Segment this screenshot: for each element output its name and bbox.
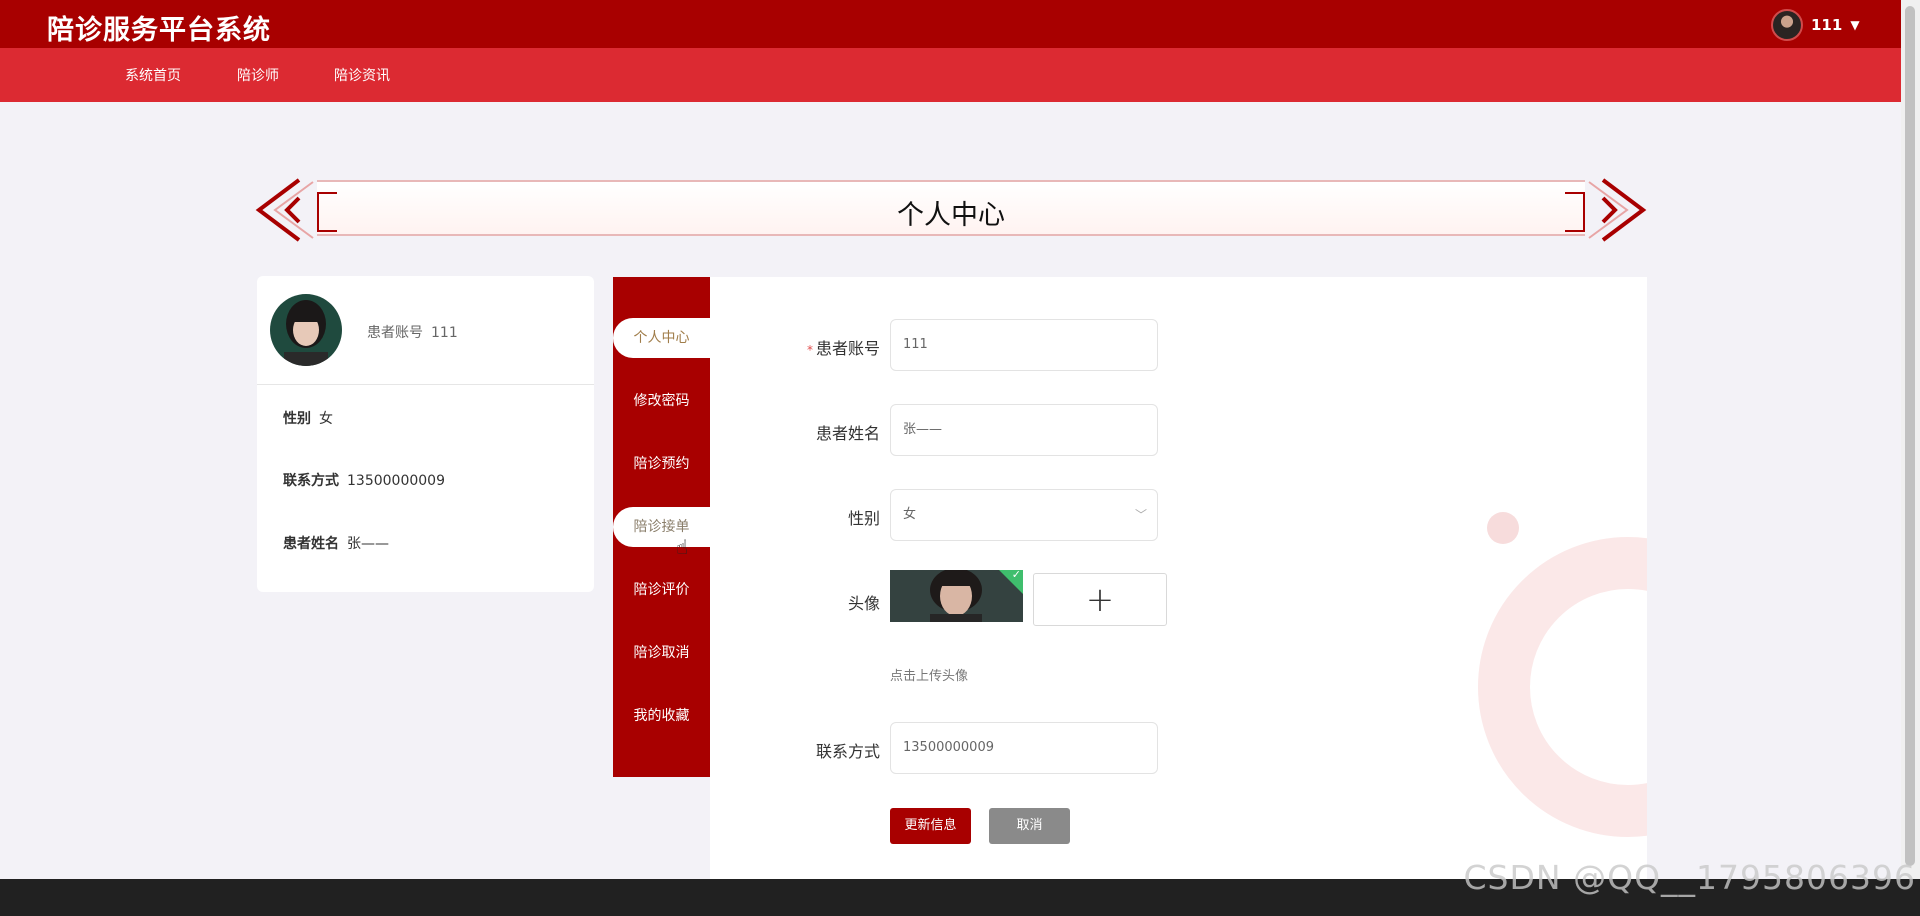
- row-label: 联系方式: [283, 473, 339, 489]
- nav-item-escorts[interactable]: 陪诊师: [237, 65, 279, 85]
- name-input[interactable]: 张——: [890, 404, 1158, 456]
- menu-item-change-password[interactable]: 修改密码: [613, 381, 710, 421]
- main-nav: 系统首页 陪诊师 陪诊资讯: [0, 48, 1901, 102]
- banner-frame: 个人中心: [317, 180, 1585, 236]
- checkmark-icon: ✓: [1011, 570, 1021, 581]
- chevron-left-ornament-icon: [255, 178, 314, 242]
- name-field-label: 患者姓名: [815, 424, 880, 443]
- top-header: 陪诊服务平台系统 111 ▼: [0, 0, 1901, 48]
- profile-card: 患者账号 111 性别女 联系方式 13500000009 患者姓名 张——: [257, 276, 594, 592]
- site-brand[interactable]: 陪诊服务平台系统: [47, 8, 271, 47]
- row-label: 患者姓名: [283, 536, 339, 552]
- page-title: 个人中心: [897, 200, 1005, 231]
- scrollbar-thumb[interactable]: [1905, 6, 1915, 866]
- nav-item-home[interactable]: 系统首页: [125, 65, 181, 85]
- chevron-right-ornament-icon: [1588, 178, 1647, 242]
- account-label: 患者账号: [367, 325, 423, 341]
- profile-row-gender: 性别女: [283, 408, 333, 428]
- profile-avatar: [270, 294, 342, 366]
- username[interactable]: 111: [1811, 16, 1842, 34]
- decorative-ring: [1478, 537, 1647, 837]
- menu-item-cancellations[interactable]: 陪诊取消: [613, 633, 710, 673]
- menu-item-reviews[interactable]: 陪诊评价: [613, 570, 710, 610]
- menu-item-favorites[interactable]: 我的收藏: [613, 696, 710, 736]
- phone-field-label: 联系方式: [815, 742, 880, 761]
- profile-account: 患者账号 111: [367, 322, 458, 342]
- avatar-field-label: 头像: [847, 594, 880, 613]
- profile-form-panel: * 患者账号 111 患者姓名 张—— 性别 女 ﹀ 头像 ✓ + 点击上传头像 …: [710, 277, 1647, 879]
- row-value: 13500000009: [347, 473, 445, 489]
- profile-row-phone: 联系方式 13500000009: [283, 470, 445, 490]
- row-value: 女: [319, 411, 333, 427]
- row-label: 性别: [283, 411, 311, 427]
- account-value: 111: [431, 325, 458, 341]
- gender-select[interactable]: 女 ﹀: [890, 489, 1158, 541]
- update-info-button[interactable]: 更新信息: [890, 808, 971, 844]
- upload-hint: 点击上传头像: [890, 669, 969, 684]
- required-asterisk-icon: *: [806, 343, 813, 357]
- side-menu: 个人中心 修改密码 陪诊预约 陪诊接单 ☝ 陪诊评价 陪诊取消 我的收藏: [613, 277, 710, 777]
- caret-down-icon[interactable]: ▼: [1850, 18, 1859, 32]
- user-menu[interactable]: 111 ▼: [1771, 8, 1860, 42]
- gender-select-value: 女: [903, 507, 917, 522]
- chevron-down-icon: ﹀: [1134, 508, 1147, 522]
- account-input[interactable]: 111: [890, 319, 1158, 371]
- row-value: 张——: [347, 536, 389, 552]
- decorative-dot: [1487, 512, 1519, 544]
- account-field-label: * 患者账号: [710, 335, 880, 359]
- menu-item-orders[interactable]: 陪诊接单 ☝: [613, 507, 710, 559]
- page-scrollbar[interactable]: [1901, 0, 1920, 879]
- user-avatar[interactable]: [1771, 9, 1803, 41]
- menu-item-appointments[interactable]: 陪诊预约: [613, 444, 710, 484]
- upload-add-button[interactable]: +: [1033, 573, 1167, 626]
- menu-item-personal-center[interactable]: 个人中心: [613, 318, 710, 358]
- divider: [257, 384, 594, 385]
- label-text: 患者账号: [815, 339, 880, 358]
- page-banner: 个人中心: [255, 178, 1647, 242]
- uploaded-avatar-thumbnail[interactable]: ✓: [890, 570, 1023, 622]
- cancel-button[interactable]: 取消: [989, 808, 1070, 844]
- hand-cursor-icon: ☝: [676, 535, 689, 559]
- phone-input[interactable]: 13500000009: [890, 722, 1158, 774]
- watermark-text: CSDN @QQ__1795806396: [1463, 858, 1916, 897]
- profile-row-name: 患者姓名 张——: [283, 533, 389, 553]
- nav-item-news[interactable]: 陪诊资讯: [334, 65, 390, 85]
- gender-field-label: 性别: [847, 509, 880, 528]
